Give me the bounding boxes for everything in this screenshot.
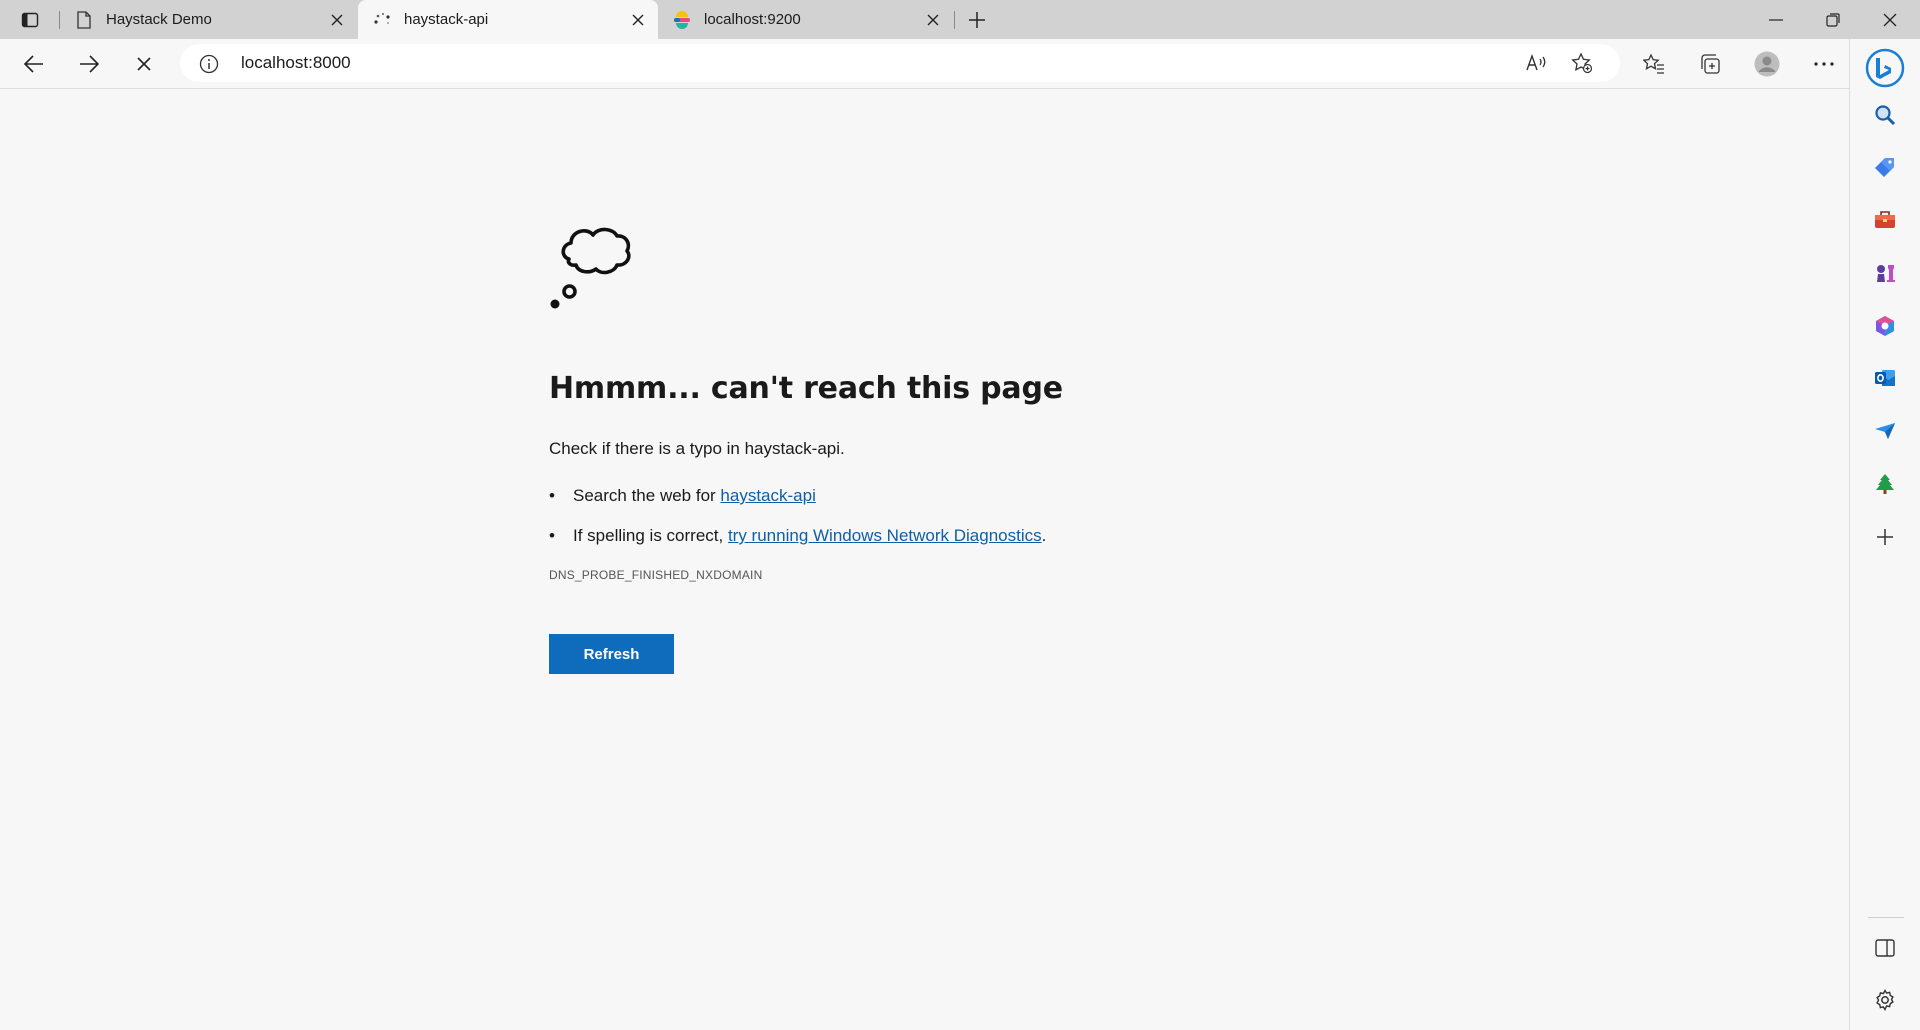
forward-button[interactable] <box>71 47 107 81</box>
page-content: Hmmm... can't reach this page Check if t… <box>0 89 1849 1030</box>
list-item: If spelling is correct, try running Wind… <box>549 525 1349 546</box>
network-diagnostics-link[interactable]: try running Windows Network Diagnostics <box>728 526 1042 545</box>
back-button[interactable] <box>16 47 52 81</box>
add-sidebar-app-icon[interactable] <box>1868 520 1902 554</box>
read-aloud-icon[interactable] <box>1518 46 1554 80</box>
sidebar-divider <box>1868 917 1904 918</box>
tab-title: haystack-api <box>404 11 489 28</box>
profile-avatar-icon[interactable] <box>1749 47 1785 81</box>
tree-icon[interactable] <box>1868 467 1902 501</box>
tab-actions-icon[interactable] <box>14 7 46 33</box>
page-icon <box>74 10 94 30</box>
error-panel: Hmmm... can't reach this page Check if t… <box>549 219 1349 674</box>
thought-bubble-icon <box>550 227 631 309</box>
tab-localhost-9200[interactable]: localhost:9200 <box>658 0 953 39</box>
tab-title: localhost:9200 <box>704 11 801 28</box>
error-heading: Hmmm... can't reach this page <box>549 371 1063 406</box>
error-subtext: Check if there is a typo in haystack-api… <box>549 439 845 458</box>
games-chess-icon[interactable] <box>1868 256 1902 290</box>
tools-briefcase-icon[interactable] <box>1868 203 1902 237</box>
collections-icon[interactable] <box>1692 47 1728 81</box>
elastic-logo-icon <box>672 10 692 30</box>
close-icon[interactable] <box>325 8 349 32</box>
shopping-tag-icon[interactable] <box>1868 151 1902 185</box>
tab-title: Haystack Demo <box>106 11 212 28</box>
tab-separator <box>954 11 955 29</box>
settings-gear-icon[interactable] <box>1868 983 1902 1017</box>
close-icon[interactable] <box>626 8 650 32</box>
outlook-icon[interactable] <box>1868 361 1902 395</box>
refresh-button[interactable]: Refresh <box>549 634 674 674</box>
suggestion-text: Search the web for <box>573 486 721 505</box>
address-bar[interactable] <box>180 44 1620 82</box>
suggestion-text: If spelling is correct, <box>573 526 728 545</box>
loading-spinner-icon <box>372 10 392 30</box>
edge-sidebar <box>1849 39 1920 1030</box>
tab-haystack-api[interactable]: haystack-api <box>358 0 658 39</box>
stop-loading-button[interactable] <box>126 47 162 81</box>
tab-haystack-demo[interactable]: Haystack Demo <box>60 0 357 39</box>
url-input[interactable] <box>241 53 841 73</box>
more-options-icon[interactable] <box>1806 47 1842 81</box>
restore-icon[interactable] <box>1805 0 1861 39</box>
list-item: Search the web for haystack-api <box>549 485 1349 506</box>
add-favorite-icon[interactable] <box>1564 46 1600 80</box>
favorites-icon[interactable] <box>1636 47 1672 81</box>
new-tab-button[interactable] <box>962 6 992 34</box>
search-icon[interactable] <box>1868 98 1902 132</box>
browser-toolbar <box>0 39 1920 89</box>
drop-send-icon[interactable] <box>1868 414 1902 448</box>
search-web-link[interactable]: haystack-api <box>720 486 815 505</box>
microsoft-365-icon[interactable] <box>1868 309 1902 343</box>
minimize-icon[interactable] <box>1748 0 1804 39</box>
close-icon[interactable] <box>921 8 945 32</box>
error-code: DNS_PROBE_FINISHED_NXDOMAIN <box>549 568 763 582</box>
close-window-icon[interactable] <box>1862 0 1918 39</box>
suggestion-suffix: . <box>1041 526 1047 545</box>
site-info-icon[interactable] <box>199 54 219 74</box>
split-screen-icon[interactable] <box>1868 931 1902 965</box>
bing-copilot-icon[interactable] <box>1864 47 1906 89</box>
tab-strip: Haystack Demo haystack-api localhost:920… <box>0 0 1920 39</box>
suggestion-list: Search the web for haystack-api If spell… <box>549 485 1349 546</box>
